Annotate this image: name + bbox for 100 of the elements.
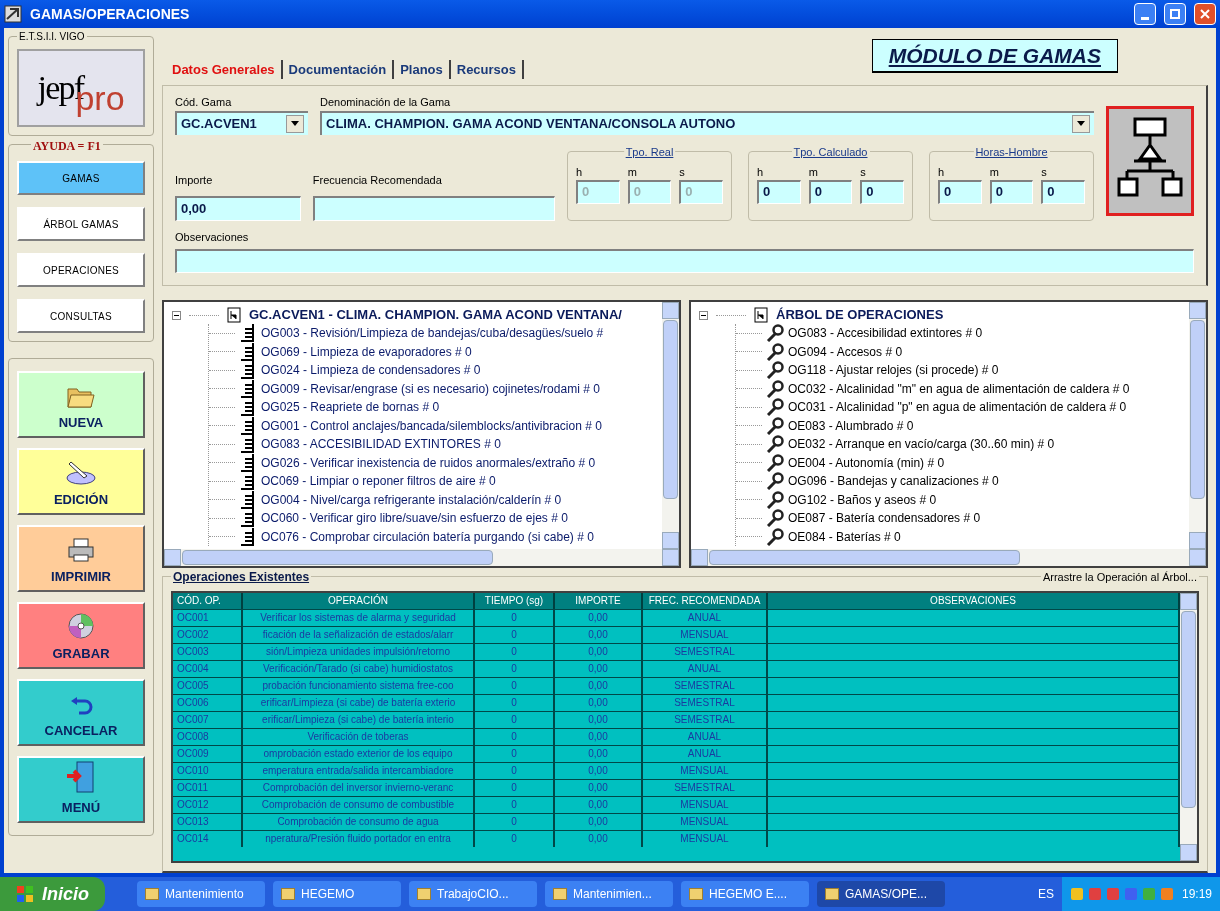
time-field[interactable]: 0: [757, 179, 801, 204]
tab[interactable]: Datos Generales: [166, 59, 283, 79]
tab[interactable]: Planos: [394, 59, 451, 79]
table-cell: 0,00: [555, 780, 643, 796]
tree-item[interactable]: OG026 - Verificar inexistencia de ruidos anormales/extraño # 0: [261, 453, 596, 472]
observations-field[interactable]: [175, 249, 1194, 273]
tree-root[interactable]: GC.ACVEN1 - CLIMA. CHAMPION. GAMA ACOND VENTANA/: [249, 305, 622, 325]
printer-icon: [67, 536, 95, 563]
tree-item[interactable]: OG096 - Bandejas y canalizaciones # 0: [788, 472, 999, 491]
tree-item[interactable]: OE083 - Alumbrado # 0: [788, 416, 914, 435]
tree-item[interactable]: OG083 - ACCESIBILIDAD EXTINTORES # 0: [261, 435, 501, 454]
table-cell: 0: [475, 678, 555, 694]
table-cell: 0,00: [555, 695, 643, 711]
tree-item[interactable]: OE004 - Autonomía (min) # 0: [788, 453, 945, 472]
time-field[interactable]: 0: [1041, 179, 1085, 204]
tray-icon[interactable]: [1123, 887, 1138, 901]
time-field[interactable]: 0: [860, 179, 904, 204]
tree-item[interactable]: OG094 - Accesos # 0: [788, 342, 903, 361]
start-button[interactable]: Inicio: [0, 877, 105, 911]
taskbar-button[interactable]: TrabajoCIO...: [409, 881, 537, 907]
time-field[interactable]: 0: [938, 179, 982, 204]
tray-icon[interactable]: [1069, 887, 1084, 901]
vertical-scrollbar[interactable]: [1189, 302, 1206, 549]
tree-item[interactable]: OG083 - Accesibilidad extintores # 0: [788, 324, 983, 343]
tree-item[interactable]: OC076 - Comprobar circulación batería purgando (si cabe) # 0: [261, 527, 594, 546]
tree-item[interactable]: OG024 - Limpieza de condensadores # 0: [261, 361, 481, 380]
action-button[interactable]: EDICIÓN: [17, 448, 145, 515]
amount-field[interactable]: 0,00: [175, 195, 301, 221]
tree-item[interactable]: OE084 - Baterías # 0: [788, 527, 901, 546]
ladder-icon: [239, 435, 257, 454]
tree-item[interactable]: OG001 - Control anclajes/bancada/silemblocks/antivibracion # 0: [261, 416, 602, 435]
taskbar-button[interactable]: Mantenimiento: [137, 881, 265, 907]
field-label: Denominación de la Gama: [320, 95, 452, 110]
action-button[interactable]: MENÚ: [17, 756, 145, 823]
tree-item[interactable]: OG118 - Ajustar relojes (si procede) # 0: [788, 361, 999, 380]
nav-button[interactable]: OPERACIONES: [17, 253, 145, 287]
tree-item[interactable]: OG003 - Revisión/Limpieza de bandejas/cuba/desagües/suelo #: [261, 324, 604, 343]
taskbar-button[interactable]: Mantenimien...: [545, 881, 673, 907]
tree-item[interactable]: OC031 - Alcalinidad "p" en agua de alimentación de caldera # 0: [788, 398, 1127, 417]
time-field[interactable]: 0: [989, 179, 1034, 204]
tree-item[interactable]: OC069 - Limpiar o reponer filtros de aire # 0: [261, 472, 496, 491]
tray-icon[interactable]: [1159, 887, 1174, 901]
time-field[interactable]: 0: [808, 179, 853, 204]
tree-item[interactable]: OG009 - Revisar/engrase (si es necesario) cojinetes/rodami # 0: [261, 379, 600, 398]
collapse-icon[interactable]: [172, 310, 181, 320]
close-button[interactable]: [1194, 3, 1216, 25]
vertical-scrollbar[interactable]: [1180, 593, 1197, 861]
tree-item[interactable]: OG004 - Nivel/carga refrigerante instalación/calderín # 0: [261, 490, 562, 509]
action-button[interactable]: NUEVA: [17, 371, 145, 438]
field-label: m: [808, 164, 819, 180]
field-label: h: [576, 164, 584, 180]
column-header[interactable]: OPERACIÓN: [243, 593, 475, 609]
code-dropdown[interactable]: GC.ACVEN1: [175, 110, 308, 135]
minimize-button[interactable]: [1134, 3, 1156, 25]
table-cell: Verificación/Tarado (si cabe) humidiostatos: [243, 661, 475, 677]
table-cell: 0: [475, 627, 555, 643]
taskbar-button[interactable]: HEGEMO E....: [681, 881, 809, 907]
tab[interactable]: Recursos: [450, 59, 524, 79]
column-header[interactable]: FREC. RECOMENDADA: [643, 593, 768, 609]
tree-root[interactable]: ÁRBOL DE OPERACIONES: [776, 305, 944, 325]
column-header[interactable]: CÓD. OP.: [173, 593, 243, 609]
restore-button[interactable]: [1164, 3, 1186, 25]
table-cell: 0,00: [555, 627, 643, 643]
name-dropdown[interactable]: CLIMA. CHAMPION. GAMA ACOND VENTANA/CONSOLA AUTONO: [320, 110, 1094, 135]
tree-item[interactable]: OG102 - Baños y aseos # 0: [788, 490, 937, 509]
tree-item[interactable]: OG025 - Reapriete de bornas # 0: [261, 398, 440, 417]
app-icon: [4, 5, 22, 23]
collapse-icon[interactable]: [699, 310, 708, 320]
taskbar-button[interactable]: GAMAS/OPE...: [817, 881, 945, 907]
action-button[interactable]: GRABAR: [17, 602, 145, 669]
tree-item[interactable]: OC060 - Verificar giro libre/suave/sin esfuerzo de ejes # 0: [261, 509, 568, 528]
table-cell: probación funcionamiento sistema free-coo: [243, 678, 475, 694]
tree-item[interactable]: OG069 - Limpieza de evaporadores # 0: [261, 342, 472, 361]
action-button[interactable]: CANCELAR: [17, 679, 145, 746]
close-icon: [1200, 9, 1210, 19]
field-label: Importe: [175, 172, 214, 188]
frequency-field[interactable]: [312, 195, 555, 221]
horizontal-scrollbar[interactable]: [164, 549, 679, 566]
taskbar-button[interactable]: HEGEMO: [273, 881, 401, 907]
tree-diagram-button[interactable]: [1106, 106, 1194, 216]
nav-button[interactable]: GAMAS: [17, 161, 145, 195]
nav-button[interactable]: ÁRBOL GAMAS: [17, 207, 145, 241]
table-cell: MENSUAL: [643, 831, 768, 847]
tree-item[interactable]: OE032 - Arranque en vacío/carga (30..60 min) # 0: [788, 435, 1055, 454]
tree-item[interactable]: OC032 - Alcalinidad "m" en agua de alimentación de caldera # 0: [788, 379, 1130, 398]
tray-icon[interactable]: [1087, 887, 1102, 901]
tray-icon[interactable]: [1105, 887, 1120, 901]
nav-button[interactable]: CONSULTAS: [17, 299, 145, 333]
tab[interactable]: Documentación: [282, 59, 395, 79]
language-indicator[interactable]: ES: [1037, 885, 1054, 903]
horizontal-scrollbar[interactable]: [691, 549, 1206, 566]
vertical-scrollbar[interactable]: [662, 302, 679, 549]
exit-door-icon: [65, 759, 97, 794]
tray-icon[interactable]: [1141, 887, 1156, 901]
ladder-icon: [239, 490, 257, 509]
column-header[interactable]: IMPORTE: [555, 593, 643, 609]
tree-item[interactable]: OE087 - Batería condensadores # 0: [788, 509, 981, 528]
action-button[interactable]: IMPRIMIR: [17, 525, 145, 592]
logo: jepfpro: [17, 49, 145, 127]
column-header[interactable]: TIEMPO (sg): [475, 593, 555, 609]
